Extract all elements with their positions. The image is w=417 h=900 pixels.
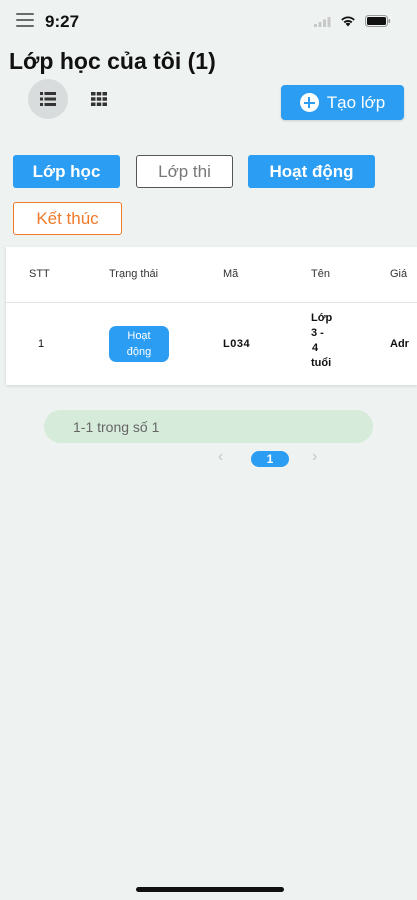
row-code: L034 <box>223 338 251 350</box>
column-header-code: Mã <box>223 268 239 280</box>
list-view-icon <box>40 92 56 106</box>
signal-icon <box>314 16 331 27</box>
home-indicator <box>136 887 284 892</box>
menu-icon[interactable] <box>16 13 34 27</box>
grid-view-icon <box>91 92 107 106</box>
column-header-teacher: Giá <box>390 268 408 280</box>
create-class-label: Tạo lớp <box>326 92 386 112</box>
next-page-button[interactable]: › <box>312 448 317 466</box>
wifi-icon <box>341 16 355 27</box>
create-class-button[interactable]: Tạo lớp <box>281 85 404 120</box>
filter-exam-button[interactable]: Lớp thi <box>136 155 233 188</box>
status-badge: Hoạt động <box>109 326 169 362</box>
filter-ended-button[interactable]: Kết thúc <box>13 202 122 235</box>
plus-circle-icon <box>299 93 319 112</box>
pagination-range: 1-1 trong số 1 <box>44 410 373 443</box>
class-table: STT Trạng thái Mã Tên Giá 1 Hoạt động L0… <box>6 247 417 385</box>
status-badge-line1: Hoạt <box>127 330 151 342</box>
row-name-line: 4 <box>312 342 319 354</box>
row-name-line: 3 - <box>311 327 324 339</box>
row-stt: 1 <box>38 338 45 350</box>
page-number-current[interactable]: 1 <box>251 451 289 467</box>
column-header-name: Tên <box>311 268 330 280</box>
system-icons <box>314 15 391 27</box>
status-bar: 9:27 <box>0 0 417 44</box>
page-title: Lớp học của tôi (1) <box>9 48 216 74</box>
header-divider <box>6 302 417 303</box>
filter-class-button[interactable]: Lớp học <box>13 155 120 188</box>
status-time: 9:27 <box>45 12 80 31</box>
column-header-stt: STT <box>29 268 50 280</box>
column-header-status: Trạng thái <box>109 268 159 280</box>
list-view-button[interactable] <box>28 79 68 119</box>
status-badge-line2: động <box>126 346 152 358</box>
prev-page-button[interactable]: ‹ <box>218 448 223 466</box>
battery-icon <box>365 15 391 27</box>
row-teacher: Adr <box>390 338 409 350</box>
row-name-line: Lớp <box>311 312 333 324</box>
grid-view-button[interactable] <box>88 88 110 110</box>
filter-active-button[interactable]: Hoạt động <box>248 155 375 188</box>
row-name-line: tuổi <box>311 357 332 369</box>
row-name: Lớp 3 - 4 tuổi <box>311 311 341 371</box>
